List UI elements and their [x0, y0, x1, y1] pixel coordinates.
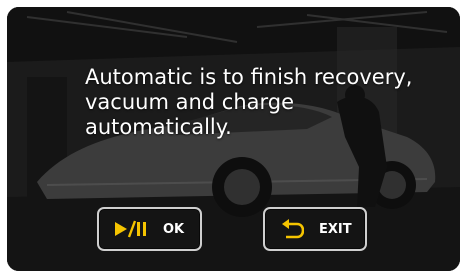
- ok-button[interactable]: OK: [97, 207, 202, 251]
- return-arrow-icon: [281, 219, 305, 239]
- exit-button[interactable]: EXIT: [263, 207, 367, 251]
- dialog-message: Automatic is to finish recovery, vacuum …: [85, 65, 413, 139]
- exit-button-label: EXIT: [319, 221, 352, 237]
- play-pause-icon: [113, 220, 149, 238]
- ok-button-label: OK: [163, 221, 185, 237]
- dialog-panel: Automatic is to finish recovery, vacuum …: [7, 7, 460, 271]
- device-screen: Automatic is to finish recovery, vacuum …: [0, 0, 467, 278]
